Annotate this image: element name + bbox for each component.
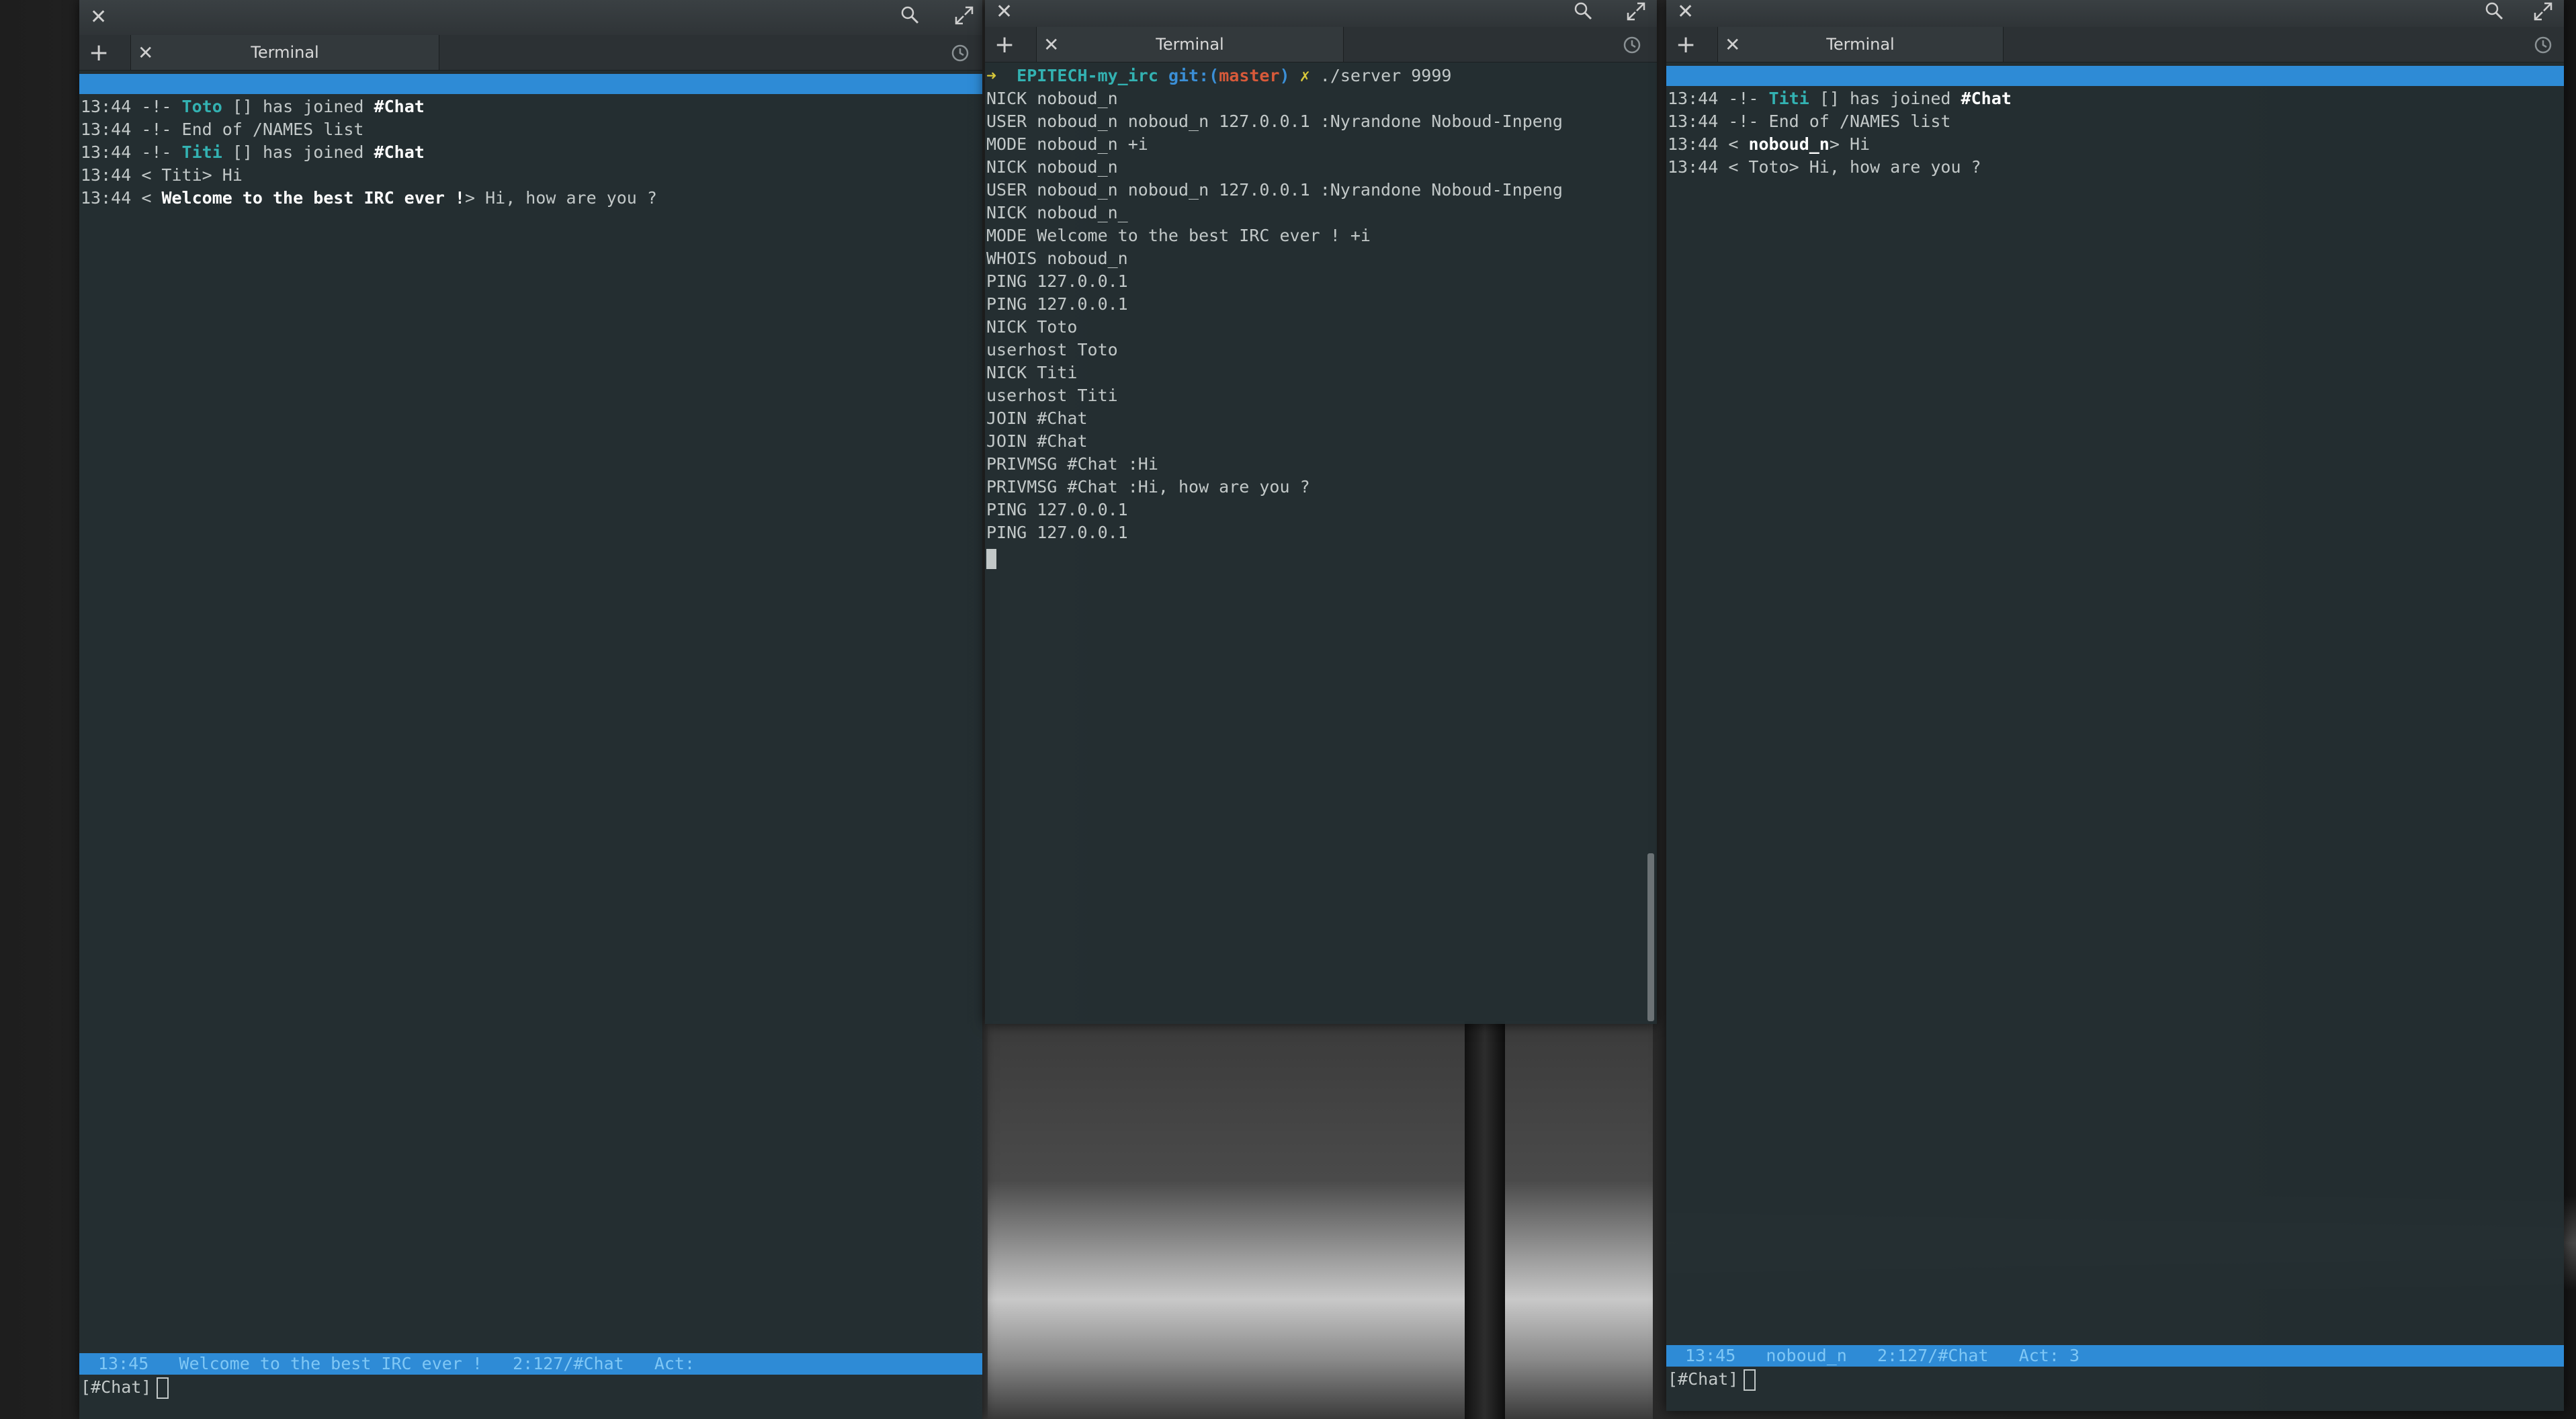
log-line: NICK noboud_n_ (986, 203, 1128, 222)
chat-line: 13:44 < noboud_n> Hi (1668, 134, 1871, 154)
history-icon[interactable] (950, 43, 970, 63)
chat-line: 13:44 < Titi> Hi (81, 165, 243, 185)
chat-line: 13:44 -!- End of /NAMES list (1668, 112, 1951, 131)
log-line: userhost Titi (986, 386, 1118, 405)
log-line: JOIN #Chat (986, 431, 1088, 451)
titlebar[interactable]: ✕ (985, 0, 1657, 28)
chat-line: 13:44 -!- Titi [] has joined #Chat (81, 142, 425, 162)
close-icon[interactable]: ✕ (1677, 0, 1694, 24)
irc-topic-bar (1666, 66, 2564, 86)
log-line: USER noboud_n noboud_n 127.0.0.1 :Nyrand… (986, 180, 1563, 200)
text-cursor (157, 1377, 169, 1399)
log-line: PING 127.0.0.1 (986, 294, 1128, 314)
maximize-icon[interactable] (954, 5, 974, 26)
text-cursor (1744, 1369, 1756, 1391)
log-line: PRIVMSG #Chat :Hi (986, 454, 1158, 474)
chat-line: 13:44 -!- Titi [] has joined #Chat (1668, 89, 2012, 108)
log-line: PING 127.0.0.1 (986, 271, 1128, 291)
maximize-icon[interactable] (1626, 1, 1646, 22)
log-line: NICK Titi (986, 363, 1078, 382)
log-line: NICK Toto (986, 317, 1078, 337)
add-tab-button[interactable]: + (994, 31, 1015, 58)
terminal-window-left[interactable]: ✕ + ✕ Terminal 13:44 -!- Toto [] has joi… (79, 0, 982, 1419)
log-line: PING 127.0.0.1 (986, 500, 1128, 519)
log-line: NICK noboud_n (986, 89, 1118, 108)
shell-prompt: ➜ EPITECH-my_irc git:(master) ✗ ./server… (986, 66, 1452, 85)
wallpaper-bright-area (988, 1021, 1653, 1419)
wallpaper-pole (1465, 1021, 1505, 1419)
terminal-content[interactable]: 13:44 -!- Toto [] has joined #Chat 13:44… (79, 71, 982, 1419)
irc-topic-bar (79, 74, 982, 94)
history-icon[interactable] (2533, 35, 2553, 55)
search-icon[interactable] (1574, 1, 1592, 20)
tab-bar: + ✕ Terminal (79, 35, 982, 71)
tab-label: Terminal (1826, 35, 1895, 54)
log-line: NICK noboud_n (986, 157, 1118, 177)
terminal-window-middle[interactable]: ✕ + ✕ Terminal ➜ EPITECH-my_irc git:(mas… (985, 0, 1657, 1024)
tab-label: Terminal (1156, 35, 1224, 54)
log-line: PING 127.0.0.1 (986, 523, 1128, 542)
history-icon[interactable] (1622, 35, 1642, 55)
log-line: USER noboud_n noboud_n 127.0.0.1 :Nyrand… (986, 112, 1563, 131)
terminal-content[interactable]: 13:44 -!- Titi [] has joined #Chat 13:44… (1666, 63, 2564, 1411)
terminal-window-right[interactable]: ✕ + ✕ Terminal 13:44 -!- Titi [] has joi… (1666, 0, 2564, 1411)
chat-line: 13:44 < Toto> Hi, how are you ? (1668, 157, 1981, 177)
tab-label: Terminal (251, 43, 319, 62)
close-icon[interactable]: ✕ (996, 0, 1013, 24)
log-line: MODE Welcome to the best IRC ever ! +i (986, 226, 1371, 245)
irc-input-line[interactable]: [#Chat] (1668, 1368, 1756, 1391)
irc-status-bar: 13:45 noboud_n 2:127/#Chat Act: 3 (1666, 1345, 2564, 1367)
tab-terminal[interactable]: ✕ Terminal (1036, 27, 1344, 62)
scrollbar[interactable] (1647, 853, 1654, 1021)
add-tab-button[interactable]: + (1676, 31, 1696, 58)
text-cursor (986, 547, 996, 570)
tab-terminal[interactable]: ✕ Terminal (1717, 27, 2004, 62)
log-line: PRIVMSG #Chat :Hi, how are you ? (986, 477, 1310, 497)
add-tab-button[interactable]: + (89, 39, 109, 67)
irc-status-bar: 13:45 Welcome to the best IRC ever ! 2:1… (79, 1353, 982, 1375)
search-icon[interactable] (2485, 1, 2503, 20)
log-line: MODE noboud_n +i (986, 134, 1148, 154)
tab-bar: + ✕ Terminal (985, 27, 1657, 62)
titlebar[interactable]: ✕ (79, 0, 982, 36)
chat-line: 13:44 -!- End of /NAMES list (81, 120, 364, 139)
close-icon[interactable]: ✕ (90, 5, 107, 29)
maximize-icon[interactable] (2533, 1, 2553, 22)
log-line: WHOIS noboud_n (986, 249, 1128, 268)
tab-bar: + ✕ Terminal (1666, 27, 2564, 62)
search-icon[interactable] (900, 5, 919, 24)
chat-line: 13:44 -!- Toto [] has joined #Chat (81, 97, 425, 116)
irc-input-line[interactable]: [#Chat] (81, 1376, 169, 1399)
chat-line: 13:44 < Welcome to the best IRC ever !> … (81, 188, 657, 208)
titlebar[interactable]: ✕ (1666, 0, 2564, 28)
terminal-content[interactable]: ➜ EPITECH-my_irc git:(master) ✗ ./server… (985, 64, 1657, 1024)
log-line: userhost Toto (986, 340, 1118, 359)
tab-terminal[interactable]: ✕ Terminal (130, 35, 439, 70)
log-line: JOIN #Chat (986, 408, 1088, 428)
